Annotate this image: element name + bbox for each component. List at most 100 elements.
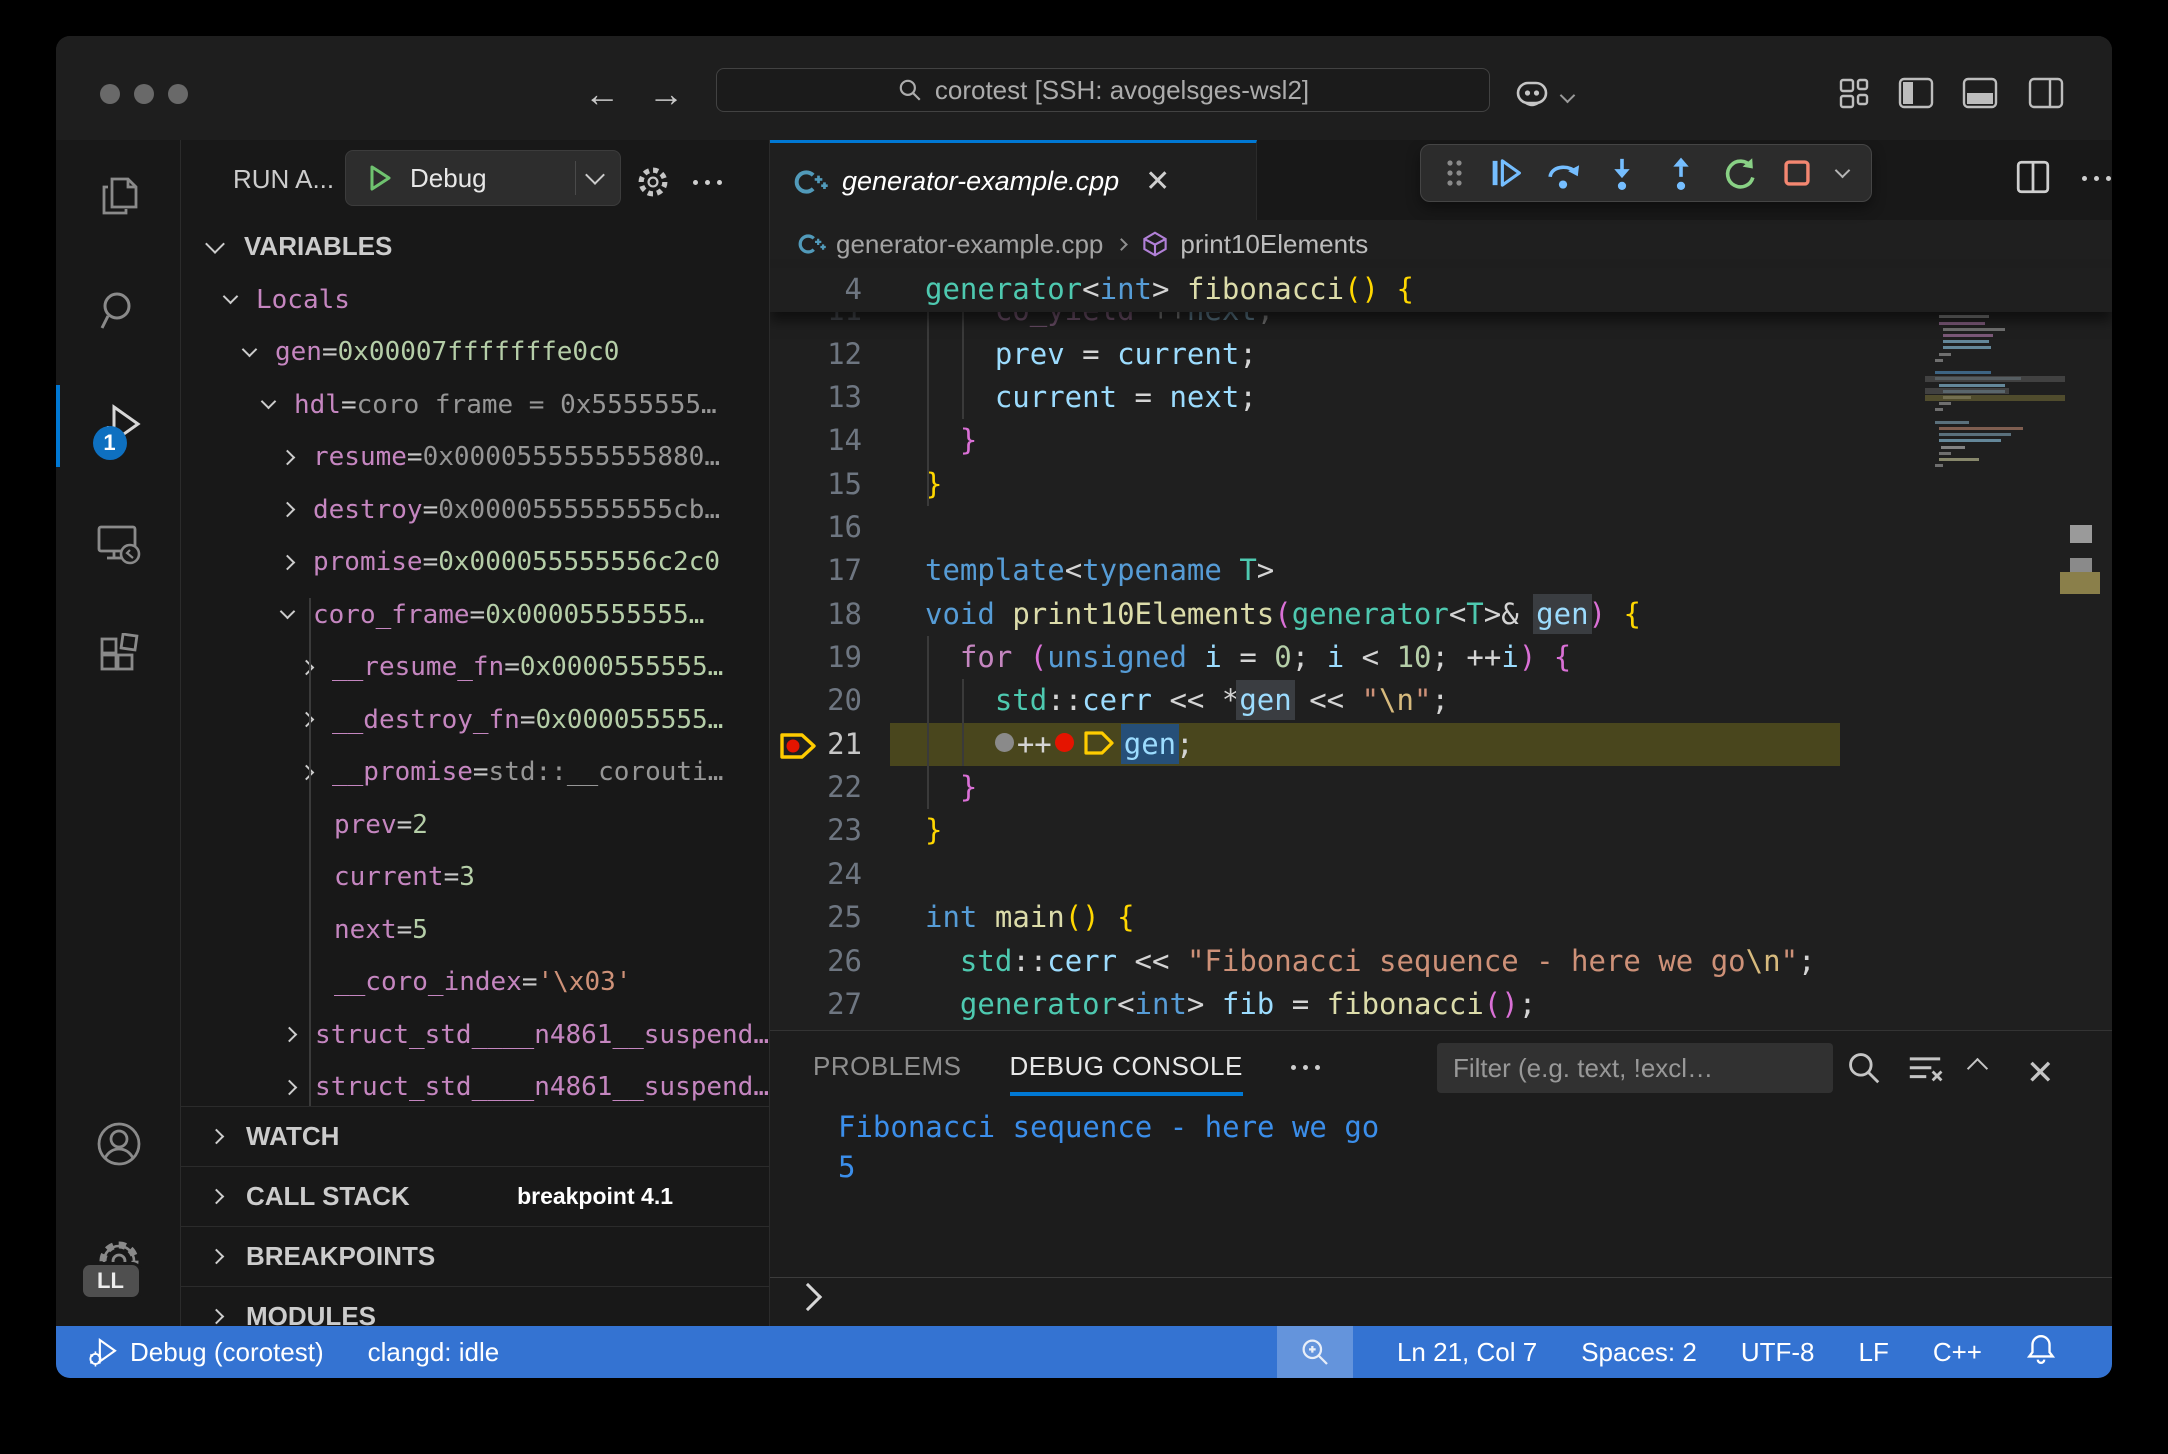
- step-out-icon[interactable]: [1663, 155, 1699, 191]
- code-line-12[interactable]: 12 prev = current;: [770, 333, 2112, 376]
- panel-search-icon[interactable]: [1845, 1049, 1883, 1092]
- step-over-icon[interactable]: [1545, 155, 1581, 191]
- tab-close-icon[interactable]: ✕: [1145, 164, 1170, 199]
- code-line-13[interactable]: 13 current = next;: [770, 376, 2112, 419]
- tab-debug-console[interactable]: DEBUG CONSOLE: [1010, 1051, 1243, 1096]
- section-header-breakpoints[interactable]: BREAKPOINTS: [181, 1226, 769, 1286]
- variable-row--resume-fn[interactable]: __resume_fn = 0x0000555555…: [181, 641, 769, 694]
- code-line-14[interactable]: 14 }: [770, 419, 2112, 462]
- variable-row-struct-std-n4861-suspend-[interactable]: struct_std____n4861__suspend…: [181, 1008, 769, 1061]
- line-number[interactable]: 23: [770, 809, 862, 852]
- code-line-25[interactable]: 25int main() {: [770, 896, 2112, 939]
- clear-console-icon[interactable]: [1906, 1051, 1944, 1092]
- status-zoom-item[interactable]: [1277, 1326, 1353, 1378]
- section-header-watch[interactable]: WATCH: [181, 1106, 769, 1166]
- tab-generator-example[interactable]: generator-example.cpp ✕: [770, 140, 1257, 220]
- zoom-window-button[interactable]: [168, 84, 188, 104]
- status-indentation[interactable]: Spaces: 2: [1581, 1337, 1697, 1368]
- sidebar-item-search[interactable]: [56, 263, 181, 359]
- customize-layout-icon[interactable]: [1838, 76, 1872, 115]
- step-into-icon[interactable]: [1604, 155, 1640, 191]
- panel-more-tabs-icon[interactable]: [1291, 1065, 1320, 1070]
- accounts-icon[interactable]: [56, 1096, 181, 1192]
- variable-row-prev[interactable]: prev = 2: [181, 798, 769, 851]
- chevron-right-icon[interactable]: [280, 502, 296, 518]
- variable-row-coro-frame[interactable]: coro_frame = 0x00005555555…: [181, 588, 769, 641]
- chevron-right-icon[interactable]: [280, 449, 296, 465]
- line-number[interactable]: 13: [770, 376, 862, 419]
- line-number[interactable]: 14: [770, 419, 862, 462]
- line-number[interactable]: 17: [770, 549, 862, 592]
- code-line-15[interactable]: 15}: [770, 463, 2112, 506]
- close-panel-icon[interactable]: ✕: [2026, 1053, 2055, 1093]
- stop-icon[interactable]: [1780, 156, 1814, 190]
- split-editor-icon[interactable]: [2014, 158, 2052, 201]
- copilot-chevron-icon[interactable]: [1562, 88, 1573, 106]
- variable-row-current[interactable]: current = 3: [181, 851, 769, 904]
- minimize-window-button[interactable]: [134, 84, 154, 104]
- restart-icon[interactable]: [1722, 155, 1758, 191]
- code-line-17[interactable]: 17template<typename T>: [770, 549, 2112, 592]
- sidebar-item-explorer[interactable]: [56, 148, 181, 244]
- line-number[interactable]: 27: [770, 983, 862, 1026]
- variable-row-destroy[interactable]: destroy = 0x0000555555555cb…: [181, 483, 769, 536]
- debug-settings-gear-icon[interactable]: [633, 162, 673, 207]
- chevron-down-icon[interactable]: [280, 604, 296, 620]
- line-number[interactable]: 16: [770, 506, 862, 549]
- variable-row-promise[interactable]: promise = 0x000055555556c2c0: [181, 536, 769, 589]
- code-line-21[interactable]: 21 ++gen;: [770, 723, 2112, 766]
- code-line-26[interactable]: 26 std::cerr << "Fibonacci sequence - he…: [770, 940, 2112, 983]
- line-number[interactable]: 21: [770, 723, 862, 766]
- code-line-23[interactable]: 23}: [770, 809, 2112, 852]
- continue-icon[interactable]: [1489, 156, 1523, 190]
- sticky-scroll-line[interactable]: 4generator<int> fibonacci() {: [770, 268, 2112, 312]
- line-number[interactable]: 26: [770, 940, 862, 983]
- code-line-22[interactable]: 22 }: [770, 766, 2112, 809]
- repl-prompt-icon[interactable]: [794, 1283, 822, 1311]
- variable-row-locals[interactable]: Locals: [181, 273, 769, 326]
- toggle-secondary-sidebar-icon[interactable]: [2028, 76, 2064, 115]
- section-header-call-stack[interactable]: CALL STACKbreakpoint 4.1: [181, 1166, 769, 1226]
- inline-breakpoint-icon[interactable]: [1055, 733, 1074, 752]
- editor-more-actions-icon[interactable]: [2082, 176, 2111, 181]
- forward-arrow-icon[interactable]: →: [648, 76, 684, 112]
- launch-configuration-dropdown[interactable]: Debug: [345, 150, 621, 206]
- command-center-search[interactable]: corotest [SSH: avogelsges-wsl2]: [716, 68, 1490, 112]
- settings-gear-icon[interactable]: LL: [56, 1213, 181, 1309]
- inline-breakpoint-candidate-icon[interactable]: [995, 733, 1014, 752]
- line-number[interactable]: 15: [770, 463, 862, 506]
- sidebar-item-run-and-debug[interactable]: 1: [56, 378, 181, 474]
- variable-row-next[interactable]: next = 5: [181, 903, 769, 956]
- code-line-16[interactable]: 16: [770, 506, 2112, 549]
- line-number[interactable]: 19: [770, 636, 862, 679]
- variables-section-header[interactable]: VARIABLES: [181, 223, 769, 269]
- variable-row--destroy-fn[interactable]: __destroy_fn = 0x000055555…: [181, 693, 769, 746]
- start-debug-icon[interactable]: [364, 162, 394, 194]
- code-line-27[interactable]: 27 generator<int> fib = fibonacci();: [770, 983, 2112, 1026]
- line-number[interactable]: 25: [770, 896, 862, 939]
- line-number[interactable]: 24: [770, 853, 862, 896]
- sidebar-item-remote-explorer[interactable]: [56, 495, 181, 591]
- variable-row-gen[interactable]: gen = 0x00007fffffffe0c0: [181, 326, 769, 379]
- chevron-right-icon[interactable]: [299, 659, 315, 675]
- debug-console-filter-input[interactable]: Filter (e.g. text, !excl…: [1437, 1043, 1833, 1093]
- toggle-primary-sidebar-icon[interactable]: [1898, 76, 1934, 115]
- variable-row--coro-index[interactable]: __coro_index = '\x03': [181, 956, 769, 1009]
- line-number[interactable]: 20: [770, 679, 862, 722]
- sidebar-more-actions-icon[interactable]: [693, 180, 722, 185]
- code-line-20[interactable]: 20 std::cerr << *gen << "\n";: [770, 679, 2112, 722]
- variable-row-resume[interactable]: resume = 0x0000555555555880…: [181, 431, 769, 484]
- chevron-down-icon[interactable]: [242, 341, 258, 357]
- section-header-modules[interactable]: MODULES: [181, 1286, 769, 1326]
- line-number[interactable]: 22: [770, 766, 862, 809]
- code-line-24[interactable]: 24: [770, 853, 2112, 896]
- chevron-right-icon[interactable]: [280, 554, 296, 570]
- status-clangd-item[interactable]: clangd: idle: [368, 1337, 500, 1368]
- variable-row--promise[interactable]: __promise = std::__corouti…: [181, 746, 769, 799]
- status-cursor-position[interactable]: Ln 21, Col 7: [1397, 1337, 1537, 1368]
- chevron-right-icon[interactable]: [282, 1027, 298, 1043]
- toolbar-drag-handle[interactable]: [1444, 156, 1466, 190]
- sidebar-item-extensions[interactable]: [56, 610, 181, 706]
- close-window-button[interactable]: [100, 84, 120, 104]
- maximize-panel-icon[interactable]: [1970, 1061, 1985, 1081]
